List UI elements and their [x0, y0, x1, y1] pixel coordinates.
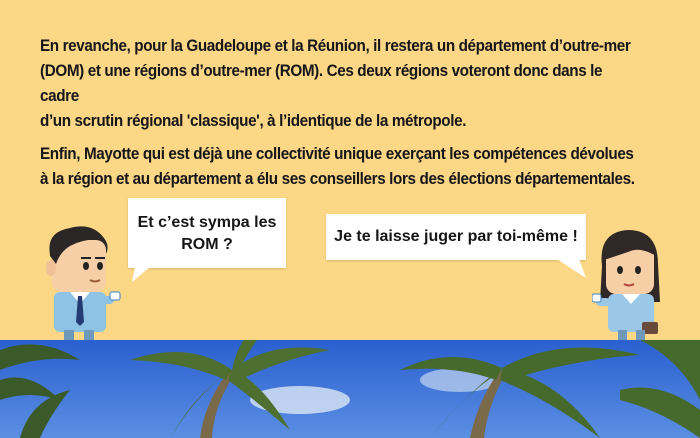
speech-bubble-left: Et c’est sympa les ROM ? — [128, 198, 286, 268]
man-character-illustration — [46, 226, 121, 342]
woman-character-illustration — [592, 230, 660, 342]
paragraph-dom-rom: En revanche, pour la Guadeloupe et la Ré… — [40, 34, 645, 134]
paragraph-line: (DOM) et une régions d’outre-mer (ROM). … — [40, 62, 603, 105]
paragraph-line: d’un scrutin régional 'classique', à l’i… — [40, 112, 467, 130]
bubble-line: Et c’est sympa les — [137, 214, 277, 231]
paragraph-mayotte: Enfin, Mayotte qui est déjà une collecti… — [40, 142, 645, 192]
palm-trees-photo — [0, 340, 700, 438]
paragraph-line: Enfin, Mayotte qui est déjà une collecti… — [40, 145, 634, 163]
bubble-line: ROM ? — [181, 236, 233, 253]
speech-bubble-right-tail — [552, 256, 586, 278]
speech-bubble-right: Je te laisse juger par toi-même ! — [326, 214, 586, 260]
paragraph-line: à la région et au département a élu ses … — [40, 170, 635, 188]
speech-bubble-left-tail — [132, 262, 156, 282]
paragraph-line: En revanche, pour la Guadeloupe et la Ré… — [40, 37, 631, 55]
